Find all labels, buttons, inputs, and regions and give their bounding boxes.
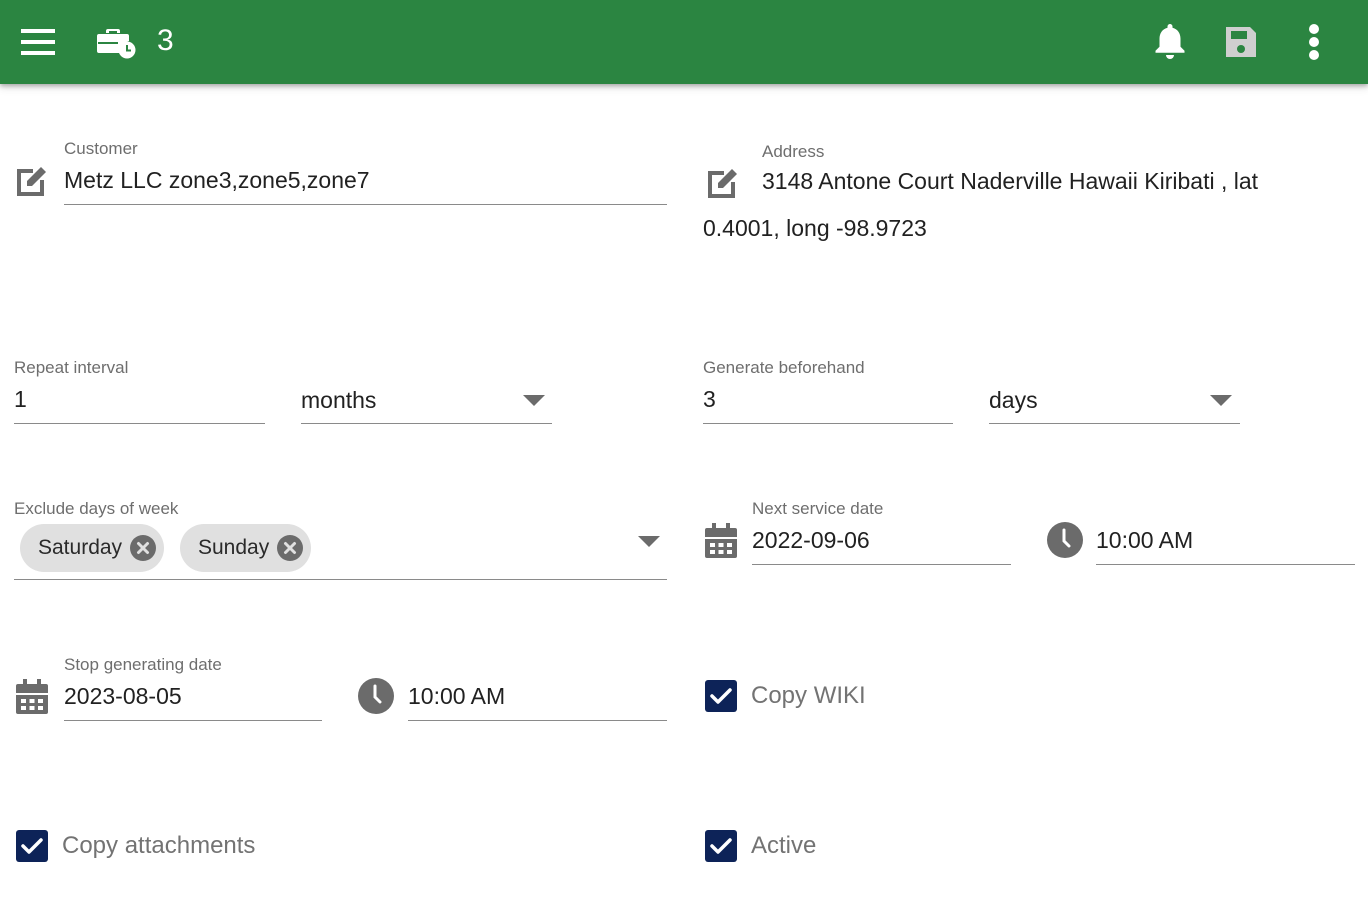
stop-generating-date-input[interactable]: 2023-08-05 <box>64 681 182 711</box>
copy-wiki-label[interactable]: Copy WIKI <box>751 681 866 711</box>
floppy-disk-icon <box>1226 27 1256 57</box>
repeat-interval-input[interactable]: 1 <box>14 384 27 414</box>
copy-attachments-label[interactable]: Copy attachments <box>62 831 255 861</box>
save-button[interactable] <box>1221 22 1261 62</box>
chevron-down-icon[interactable] <box>638 536 660 547</box>
customer-underline <box>64 204 667 205</box>
remove-chip-button[interactable] <box>130 535 157 561</box>
repeat-interval-label: Repeat interval <box>14 358 129 377</box>
close-circle-icon <box>130 535 157 561</box>
generate-unit-select[interactable]: days <box>989 385 1038 415</box>
generate-unit-underline <box>989 423 1240 424</box>
app-bar: 3 <box>0 0 1368 84</box>
edit-icon <box>17 167 46 196</box>
next-service-time-picker[interactable] <box>1046 521 1084 559</box>
address-label: Address <box>762 142 825 161</box>
next-service-date-picker[interactable] <box>704 521 738 561</box>
address-value-line1: 3148 Antone Court Naderville Hawaii Kiri… <box>762 168 1259 194</box>
next-service-date-input[interactable]: 2022-09-06 <box>752 525 870 555</box>
repeat-interval-underline <box>14 423 265 424</box>
clock-icon <box>1047 522 1083 558</box>
edit-customer-button[interactable] <box>13 163 51 197</box>
stop-generating-time-picker[interactable] <box>357 677 395 715</box>
bell-icon <box>1155 24 1185 59</box>
active-label[interactable]: Active <box>751 831 816 861</box>
generate-beforehand-input[interactable]: 3 <box>703 384 716 414</box>
remove-chip-button[interactable] <box>277 535 304 561</box>
next-service-time-underline <box>1096 564 1355 565</box>
customer-label: Customer <box>64 139 138 158</box>
address-value-line2: 0.4001, long -98.9723 <box>703 215 927 241</box>
jobs-count: 3 <box>157 24 174 57</box>
next-service-time-input[interactable]: 10:00 AM <box>1096 525 1193 555</box>
edit-address-button[interactable] <box>704 165 742 199</box>
next-service-date-label: Next service date <box>752 499 884 518</box>
menu-button[interactable] <box>18 22 58 62</box>
calendar-icon <box>705 523 737 558</box>
repeat-unit-select[interactable]: months <box>301 385 376 415</box>
close-circle-icon <box>277 535 304 561</box>
stop-generating-date-picker[interactable] <box>15 677 49 717</box>
stop-generating-time-underline <box>408 720 667 721</box>
exclude-days-label: Exclude days of week <box>14 499 179 518</box>
customer-value[interactable]: Metz LLC zone3,zone5,zone7 <box>64 165 370 195</box>
copy-wiki-checkbox[interactable] <box>705 680 737 712</box>
notifications-button[interactable] <box>1150 22 1190 62</box>
jobs-button[interactable] <box>94 22 138 62</box>
stop-generating-date-underline <box>64 720 322 721</box>
clock-icon <box>358 678 394 714</box>
chevron-down-icon[interactable] <box>523 395 545 406</box>
calendar-icon <box>16 679 48 714</box>
stop-generating-date-label: Stop generating date <box>64 655 222 674</box>
generate-beforehand-label: Generate beforehand <box>703 358 865 377</box>
more-options-button[interactable] <box>1294 22 1334 62</box>
edit-icon <box>708 169 737 198</box>
chip-sunday: Sunday <box>180 524 312 572</box>
next-service-date-underline <box>752 564 1011 565</box>
checkmark-icon <box>710 838 732 854</box>
active-checkbox[interactable] <box>705 830 737 862</box>
repeat-unit-underline <box>301 423 552 424</box>
exclude-days-underline <box>14 579 667 580</box>
checkmark-icon <box>21 838 43 854</box>
chip-saturday: Saturday <box>20 524 165 572</box>
chevron-down-icon[interactable] <box>1210 395 1232 406</box>
generate-beforehand-underline <box>703 423 953 424</box>
copy-attachments-checkbox[interactable] <box>16 830 48 862</box>
more-vert-icon <box>1309 24 1319 60</box>
chip-label: Sunday <box>198 536 270 559</box>
stop-generating-time-input[interactable]: 10:00 AM <box>408 681 505 711</box>
checkmark-icon <box>710 688 732 704</box>
chip-label: Saturday <box>38 536 123 559</box>
menu-icon <box>21 29 55 55</box>
briefcase-clock-icon <box>97 29 136 59</box>
